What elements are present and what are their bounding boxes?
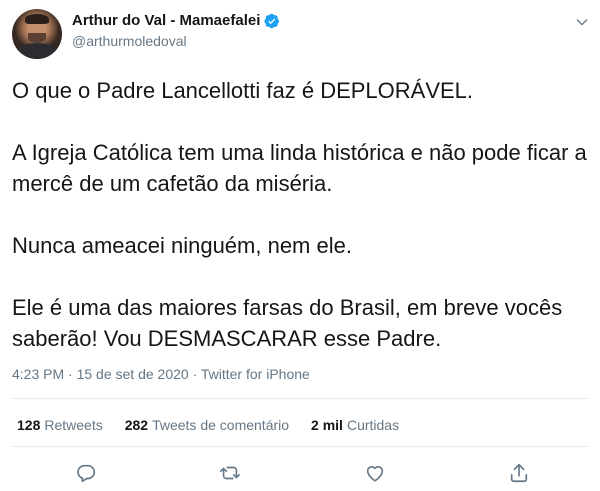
avatar-shirt — [15, 43, 59, 59]
tweet-paragraph: Nunca ameacei ninguém, nem ele. — [12, 233, 352, 258]
quotes-label: Tweets de comentário — [152, 417, 290, 433]
retweet-icon — [220, 466, 240, 480]
quotes-count: 282 — [124, 417, 149, 433]
retweets-label: Retweets — [44, 417, 103, 433]
tweet-paragraph: O que o Padre Lancellotti faz é DEPLORÁV… — [12, 78, 474, 103]
author-name-row[interactable]: Arthur do Val - Mamaefalei — [72, 12, 280, 29]
tweet-stats: 128 Retweets 282 Tweets de comentário 2 mi… — [17, 417, 421, 433]
retweets-stat[interactable]: 128 Retweets — [17, 417, 103, 433]
retweet-button[interactable] — [219, 462, 241, 484]
quotes-stat[interactable]: 282 Tweets de comentário — [125, 417, 289, 433]
verified-badge-icon — [264, 13, 280, 28]
divider — [12, 398, 588, 399]
author-name[interactable]: Arthur do Val - Mamaefalei — [72, 12, 260, 29]
retweets-count: 128 — [17, 417, 41, 433]
likes-count: 2 mil — [311, 417, 343, 433]
like-button[interactable] — [364, 462, 386, 484]
divider — [12, 446, 588, 447]
likes-stat[interactable]: 2 mil Curtidas — [311, 417, 399, 433]
tweet-paragraph: Ele é uma das maiores farsas do Brasil, … — [12, 295, 563, 351]
heart-icon — [366, 466, 384, 482]
chevron-down-icon[interactable] — [574, 14, 590, 30]
tweet-card: Arthur do Val - Mamaefalei @arthurmoledo… — [0, 0, 600, 491]
avatar-hair — [25, 14, 49, 24]
share-button[interactable] — [508, 462, 530, 484]
author-handle[interactable]: @arthurmoledoval — [72, 33, 187, 49]
tweet-actions — [0, 462, 600, 486]
avatar-beard — [28, 33, 46, 43]
avatar[interactable] — [12, 9, 62, 59]
tweet-timestamp[interactable]: 4:23 PM · 15 de set de 2020 · Twitter fo… — [12, 366, 310, 382]
tweet-text: O que o Padre Lancellotti faz é DEPLORÁV… — [12, 75, 588, 354]
tweet-paragraph: A Igreja Católica tem uma linda históric… — [12, 140, 587, 196]
reply-icon — [77, 464, 96, 483]
share-icon — [510, 463, 528, 483]
likes-label: Curtidas — [346, 417, 400, 433]
reply-button[interactable] — [75, 462, 97, 484]
